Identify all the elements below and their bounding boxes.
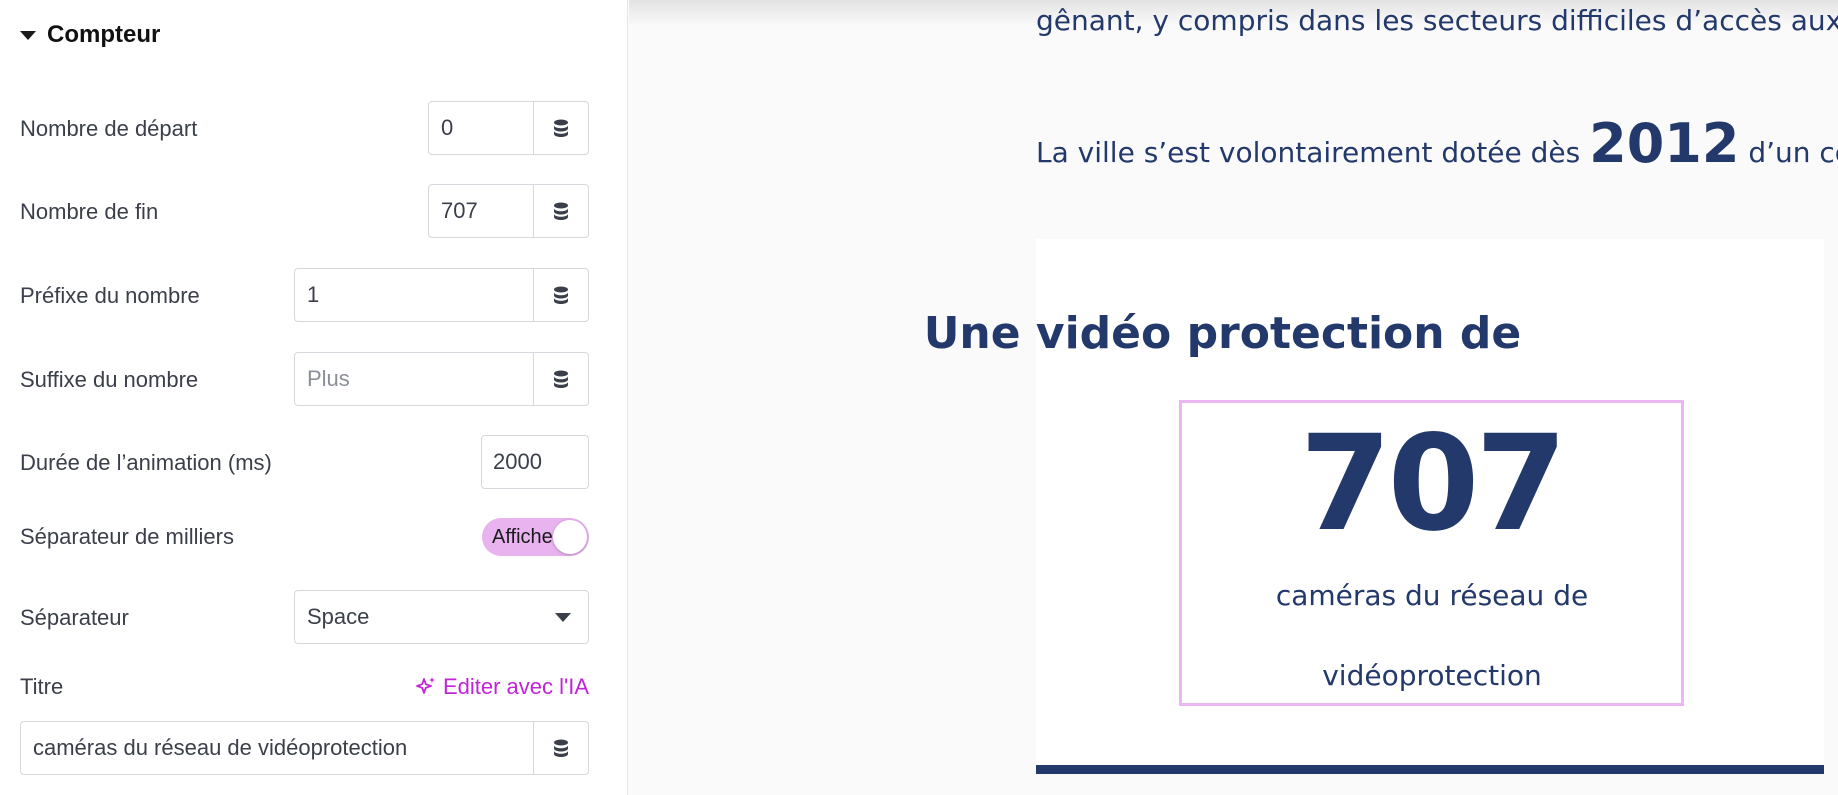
duration-label: Durée de l’animation (ms) [20, 450, 272, 475]
toggle-knob [553, 520, 587, 554]
counter-title: caméras du réseau de vidéoprotection [1275, 579, 1589, 692]
thousands-separator-row: Séparateur de milliers Affiche [20, 511, 589, 563]
edit-with-ai-link[interactable]: Editer avec l'IA [415, 666, 589, 708]
toggle-text: Affiche [492, 526, 553, 548]
end-number-field: 707 [428, 184, 589, 238]
paragraph-text-after: d’un comit [1748, 136, 1838, 169]
start-number-row: Nombre de départ 0 [20, 101, 589, 157]
end-number-row: Nombre de fin 707 [20, 184, 589, 240]
page-preview: gênant, y compris dans les secteurs diff… [629, 0, 1838, 795]
database-icon [554, 119, 568, 137]
duration-input[interactable]: 2000 [482, 436, 588, 488]
dynamic-tags-button[interactable] [533, 353, 588, 405]
end-number-label: Nombre de fin [20, 199, 159, 224]
card-title: Une vidéo protection de [629, 308, 1838, 359]
suffix-field: Plus [294, 352, 589, 406]
start-number-field: 0 [428, 101, 589, 155]
paragraph-line-1: gênant, y compris dans les secteurs diff… [1036, 4, 1838, 37]
suffix-label: Suffixe du nombre [20, 367, 199, 392]
separator-label: Séparateur [20, 605, 129, 630]
start-number-label: Nombre de départ [20, 116, 198, 141]
settings-panel: Compteur Nombre de départ 0 Nombre de fi… [0, 0, 628, 795]
paragraph-year: 2012 [1589, 112, 1740, 175]
thousands-separator-toggle[interactable]: Affiche [482, 518, 589, 556]
database-icon [554, 370, 568, 388]
title-label: Titre [20, 674, 64, 699]
thousands-separator-label: Séparateur de milliers [20, 524, 234, 549]
prefix-input[interactable]: 1 [295, 269, 533, 321]
end-number-input[interactable]: 707 [429, 185, 533, 237]
counter-number: 707 [1299, 407, 1568, 561]
database-icon [554, 739, 568, 757]
suffix-row: Suffixe du nombre Plus [20, 352, 589, 408]
database-icon [554, 286, 568, 304]
section-header-compteur[interactable]: Compteur [20, 20, 160, 50]
card-title-text: Une vidéo protection de [923, 308, 1522, 359]
paragraph-text-before: La ville s’est volontairement dotée dès [1036, 136, 1590, 169]
dynamic-tags-button[interactable] [533, 269, 588, 321]
chevron-down-icon [538, 591, 588, 643]
title-input-row: caméras du réseau de vidéoprotection [20, 721, 589, 777]
card-bottom-bar [1036, 765, 1824, 774]
counter-widget[interactable]: 707 caméras du réseau de vidéoprotection [1179, 400, 1684, 706]
caret-down-icon [20, 30, 36, 40]
paragraph-line-2: La ville s’est volontairement dotée dès … [1036, 112, 1838, 175]
suffix-input[interactable]: Plus [295, 353, 533, 405]
dynamic-tags-button[interactable] [533, 722, 588, 774]
separator-select[interactable]: Space [294, 590, 589, 644]
separator-value: Space [307, 604, 370, 629]
prefix-field: 1 [294, 268, 589, 322]
title-input[interactable]: caméras du réseau de vidéoprotection [21, 722, 533, 774]
title-field: caméras du réseau de vidéoprotection [20, 721, 589, 775]
dynamic-tags-button[interactable] [533, 185, 588, 237]
prefix-row: Préfixe du nombre 1 [20, 268, 589, 324]
sparkle-icon [416, 677, 435, 694]
dynamic-tags-button[interactable] [533, 102, 588, 154]
duration-field: 2000 [481, 435, 589, 489]
edit-with-ai-label: Editer avec l'IA [442, 674, 589, 699]
start-number-input[interactable]: 0 [429, 102, 533, 154]
title-label-row: Titre Editer avec l'IA [20, 666, 589, 708]
prefix-label: Préfixe du nombre [20, 283, 200, 308]
database-icon [554, 202, 568, 220]
separator-row: Séparateur Space [20, 590, 589, 646]
section-title: Compteur [47, 21, 161, 48]
duration-row: Durée de l’animation (ms) 2000 [20, 435, 589, 491]
